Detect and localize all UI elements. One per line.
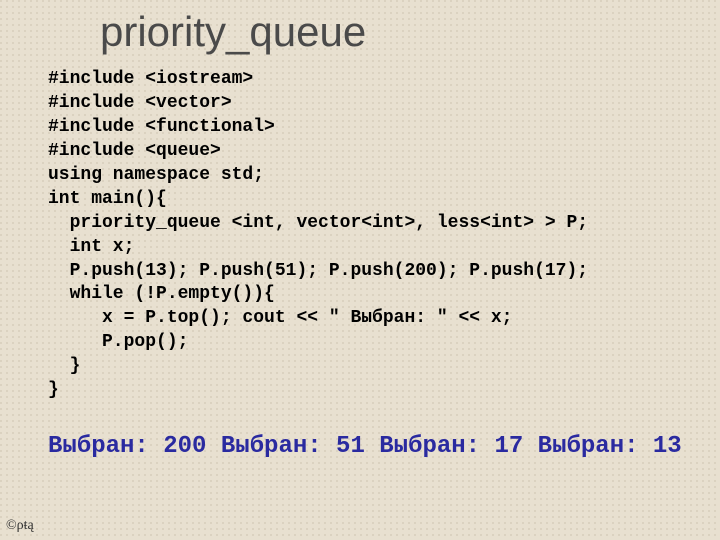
footer-mark: ©ρŧą	[6, 518, 34, 534]
output-line: Выбран: 200 Выбран: 51 Выбран: 17 Выбран…	[0, 403, 720, 460]
slide: priority_queue #include <iostream> #incl…	[0, 0, 720, 540]
code-block: #include <iostream> #include <vector> #i…	[0, 68, 720, 403]
page-title: priority_queue	[0, 0, 720, 68]
